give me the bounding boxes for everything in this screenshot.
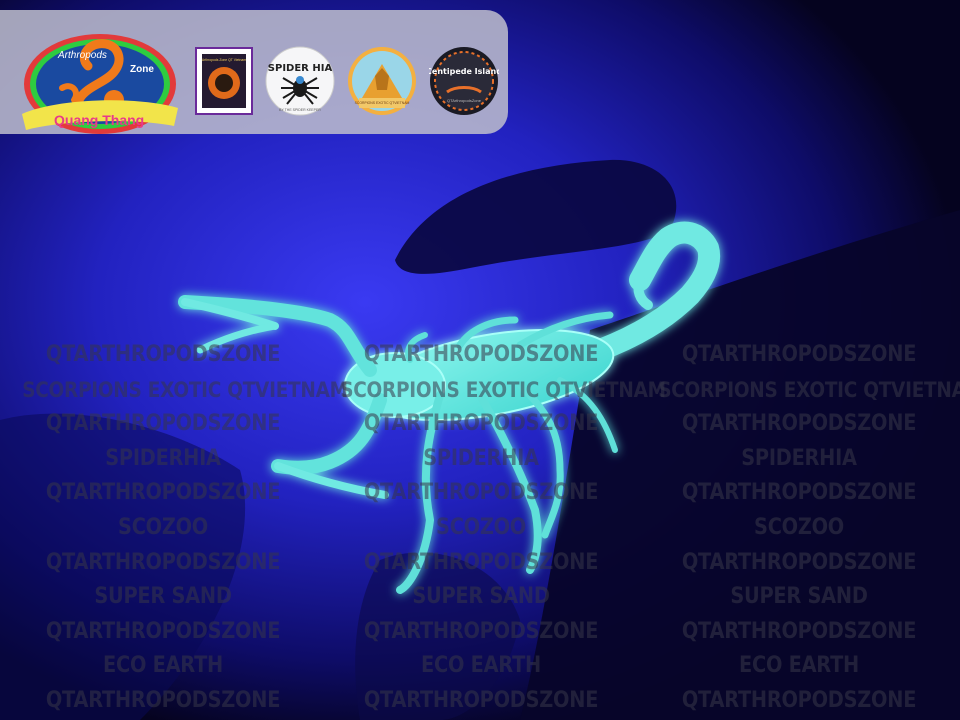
centipede-island-logo: Centipede Island QTArthropodsZone (429, 47, 499, 115)
watermark-text: SCORPIONS EXOTIC QTVIETNAM (22, 377, 348, 402)
watermark-text: SCOZOO (118, 514, 208, 540)
watermark-text: QTARTHROPODSZONE (45, 687, 281, 713)
watermark-text: QTARTHROPODSZONE (45, 618, 281, 644)
watermark-text: QTARTHROPODSZONE (45, 480, 281, 506)
watermark-text: QTARTHROPODSZONE (681, 549, 917, 575)
watermark-text: QTARTHROPODSZONE (363, 480, 599, 506)
watermark-text: QTARTHROPODSZONE (681, 687, 917, 713)
watermark-text: QTARTHROPODSZONE (681, 480, 917, 506)
svg-text:Centipede Island: Centipede Island (429, 67, 499, 76)
watermark-text: QTARTHROPODSZONE (681, 618, 917, 644)
svg-text:Quang Thang: Quang Thang (54, 112, 144, 128)
watermark-text: QTARTHROPODSZONE (363, 618, 599, 644)
watermark-text: SPIDERHIA (741, 445, 857, 471)
watermark-text: QTARTHROPODSZONE (363, 411, 599, 437)
watermark-text: QTARTHROPODSZONE (45, 342, 281, 367)
watermark-column: QTARTHROPODSZONE SCORPIONS EXOTIC QTVIETN… (639, 338, 960, 719)
watermark-text: SUPER SAND (412, 584, 550, 610)
svg-text:QTArthropodsZone: QTArthropodsZone (447, 98, 482, 103)
sponsor-logo-bar: Arthropods Zone Quang Thang Arthropods Z… (0, 10, 508, 134)
watermark-text: SCOZOO (436, 514, 526, 540)
watermark-text: SUPER SAND (94, 584, 232, 610)
svg-text:SCORPIONS EXOTIC QTVIETNAM: SCORPIONS EXOTIC QTVIETNAM (355, 101, 410, 105)
watermark-text: QTARTHROPODSZONE (681, 342, 917, 367)
svg-text:SPIDER HIA: SPIDER HIA (268, 63, 333, 74)
watermark-text: QTARTHROPODSZONE (45, 411, 281, 437)
watermark-text: SPIDERHIA (105, 445, 221, 471)
watermark-text: SUPER SAND (730, 584, 868, 610)
scorpions-exotic-logo: SCORPIONS EXOTIC QTVIETNAM (348, 47, 416, 115)
watermark-text: QTARTHROPODSZONE (363, 687, 599, 713)
watermark-text: QTARTHROPODSZONE (363, 342, 599, 367)
svg-text:Arthropods Zone QT Vietnam: Arthropods Zone QT Vietnam (202, 58, 246, 62)
watermark-text: SCOZOO (754, 514, 844, 540)
arthropods-zone-logo: Arthropods Zone Quang Thang (22, 34, 178, 134)
watermark-text: QTARTHROPODSZONE (681, 411, 917, 437)
watermark-column: QTARTHROPODSZONE SCORPIONS EXOTIC QTVIETN… (3, 338, 348, 719)
qt-vietnam-square-logo: Arthropods Zone QT Vietnam (195, 47, 253, 115)
watermark-text: QTARTHROPODSZONE (363, 549, 599, 575)
svg-text:Zone: Zone (130, 64, 154, 75)
watermark-column: QTARTHROPODSZONE SCORPIONS EXOTIC QTVIETN… (321, 338, 666, 719)
svg-text:Arthropods: Arthropods (57, 50, 107, 61)
watermark-text: SCORPIONS EXOTIC QTVIETNAM (658, 377, 960, 402)
watermark-text: SPIDERHIA (423, 445, 539, 471)
watermark-overlay: QTARTHROPODSZONE SCORPIONS EXOTIC QTVIETN… (0, 338, 960, 720)
svg-text:BY THE SPIDER KEEPER: BY THE SPIDER KEEPER (279, 108, 321, 112)
watermark-text: SCORPIONS EXOTIC QTVIETNAM (340, 377, 666, 402)
photo-scene: Arthropods Zone Quang Thang Arthropods Z… (0, 0, 960, 720)
watermark-text: ECO EARTH (739, 653, 859, 679)
watermark-text: QTARTHROPODSZONE (45, 549, 281, 575)
watermark-text: ECO EARTH (103, 653, 223, 679)
watermark-text: ECO EARTH (421, 653, 541, 679)
spider-hia-logo: SPIDER HIA BY THE SPIDER KEEPER (265, 46, 335, 116)
